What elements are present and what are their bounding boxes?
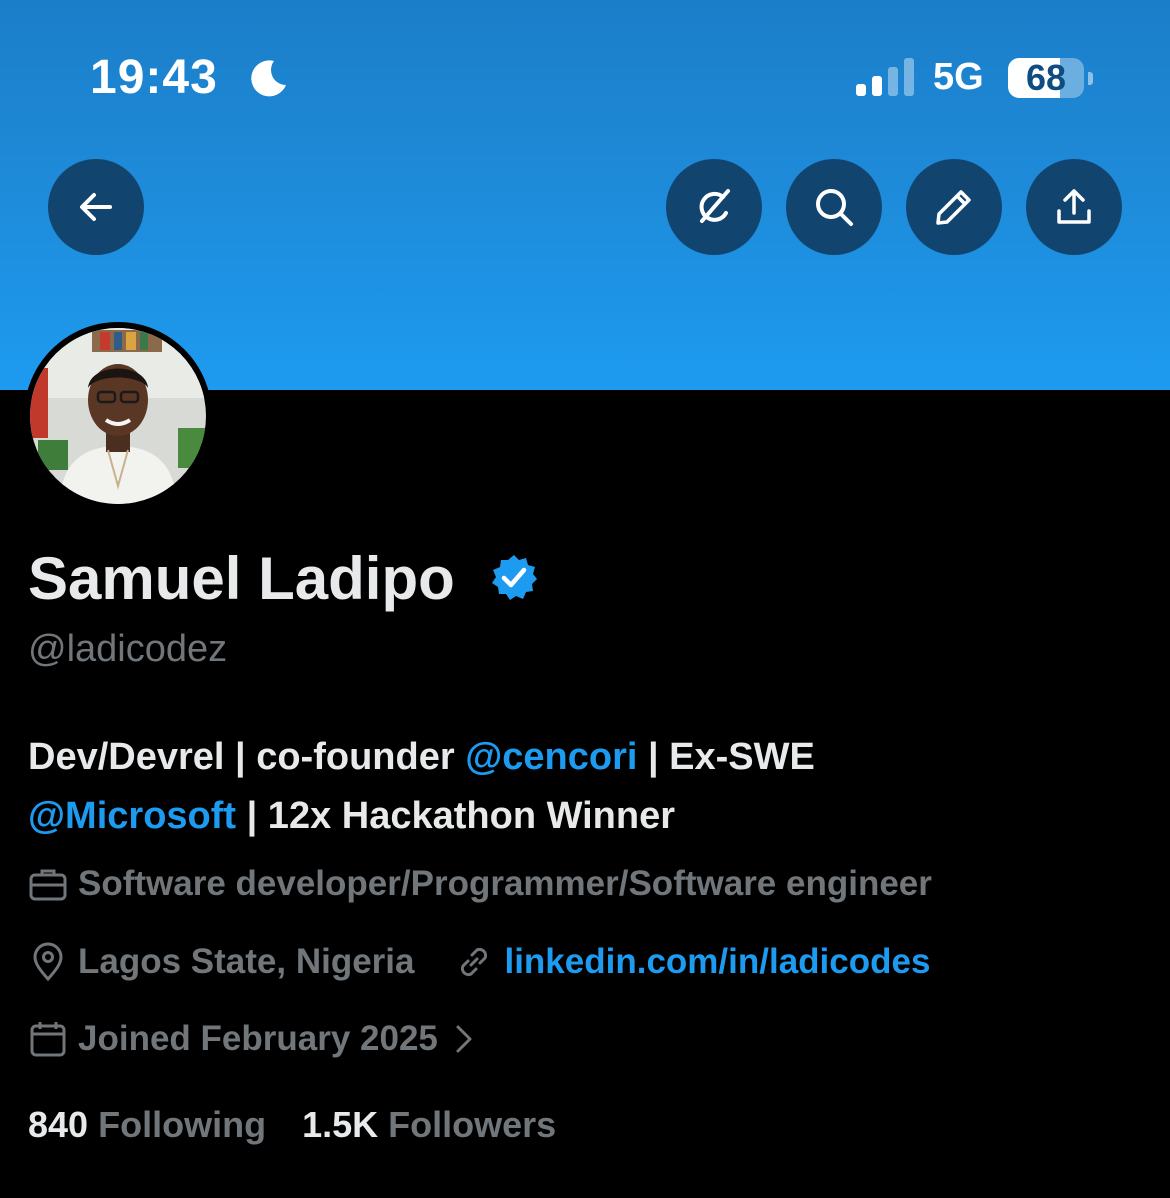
chevron-right-icon [456, 1025, 472, 1053]
user-handle: @ladicodez [28, 628, 228, 670]
profile-photo [30, 328, 206, 504]
follow-stats: 840 Following 1.5K Followers [28, 1104, 556, 1146]
search-icon [816, 189, 853, 226]
bio-text: Dev/Devrel | co-founder [28, 736, 466, 778]
followers-stat[interactable]: 1.5K Followers [302, 1104, 556, 1145]
location-pin-icon [33, 942, 63, 982]
avatar[interactable] [24, 322, 212, 510]
profession-label: Software developer/Programmer/Software e… [78, 864, 932, 903]
location-website-row: Lagos State, Nigeria linkedin.com/in/lad… [28, 942, 930, 982]
bio-text: | Ex-SWE [637, 736, 815, 778]
back-button[interactable] [48, 159, 144, 255]
mention-link-cencori[interactable]: @cencori [465, 736, 637, 778]
followers-label: Followers [388, 1104, 557, 1145]
status-time: 19:43 [90, 51, 218, 104]
following-count: 840 [28, 1104, 89, 1145]
joined-label: Joined February 2025 [78, 1019, 438, 1058]
battery-percent: 68 [1025, 58, 1067, 98]
moon-icon [251, 60, 286, 97]
link-icon [461, 947, 488, 977]
following-stat[interactable]: 840 Following [28, 1104, 266, 1145]
arrow-left-icon [80, 193, 112, 221]
website-link[interactable]: linkedin.com/in/ladicodes [504, 942, 930, 982]
status-bar: 19:43 5G 68 [0, 0, 1170, 150]
share-button[interactable] [1026, 159, 1122, 255]
grok-icon [699, 189, 730, 223]
location-label: Lagos State, Nigeria [78, 942, 415, 981]
profession-row: Software developer/Programmer/Software e… [28, 864, 932, 904]
signal-icon [856, 58, 914, 96]
briefcase-icon [29, 869, 67, 901]
verified-badge-icon[interactable] [490, 553, 538, 601]
display-name: Samuel Ladipo [28, 545, 455, 612]
calendar-icon [30, 1022, 66, 1057]
network-label: 5G [933, 56, 984, 98]
pencil-icon [936, 190, 971, 225]
search-button[interactable] [786, 159, 882, 255]
share-icon [1057, 189, 1091, 224]
followers-count: 1.5K [302, 1104, 379, 1145]
bio-text: | 12x Hackathon Winner [236, 795, 676, 837]
bio: Dev/Devrel | co-founder @cencori | Ex-SW… [28, 728, 1138, 846]
battery-indicator: 68 [1008, 58, 1093, 100]
edit-profile-button[interactable] [906, 159, 1002, 255]
grok-button[interactable] [666, 159, 762, 255]
mention-link-microsoft[interactable]: @Microsoft [28, 795, 236, 837]
following-label: Following [98, 1104, 267, 1145]
joined-row[interactable]: Joined February 2025 [28, 1019, 494, 1059]
